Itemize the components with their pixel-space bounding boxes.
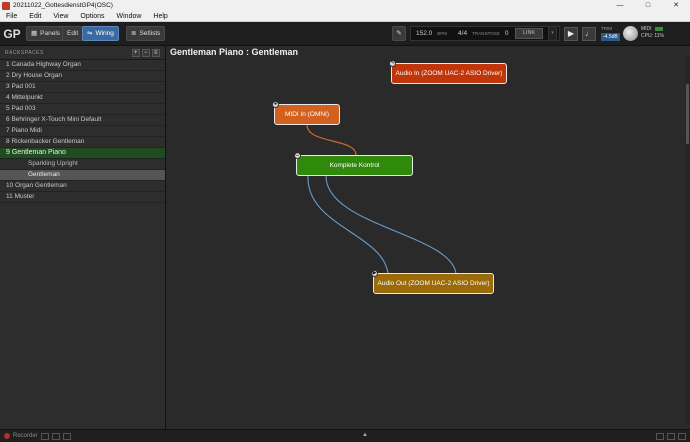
variation-item-selected[interactable]: Gentleman — [0, 170, 165, 181]
rackspace-item[interactable]: 10 Organ Gentleman — [0, 181, 165, 192]
recorder-button[interactable] — [51, 432, 60, 440]
close-button[interactable]: ✕ — [662, 0, 690, 11]
vertical-scrollbar[interactable] — [685, 56, 690, 426]
setlists-button[interactable]: ≣ Setlists — [126, 26, 166, 41]
rackspaces-sidebar: RACKSPACES + − ≡ 1 Canada Highway Organ … — [0, 46, 166, 429]
komplete-kontrol-node[interactable]: ⏻ Komplete Kontrol — [294, 152, 413, 176]
node-play-icon[interactable]: ▶ — [371, 270, 378, 277]
app-icon — [2, 1, 10, 10]
toolbar: GP ▦ Panels Edit ⇋ Wiring ≣ Setlists ✎ 152.… — [0, 22, 690, 46]
trim-value[interactable]: -4.5dB — [601, 33, 620, 41]
rackspaces-header: RACKSPACES + − ≡ — [0, 46, 165, 60]
menu-edit[interactable]: Edit — [23, 13, 47, 20]
status-meters: MIDI CPU: 11% — [641, 26, 664, 39]
tempo-value[interactable]: 152.0 — [416, 30, 432, 37]
scroll-thumb[interactable] — [686, 84, 689, 144]
maximize-button[interactable]: □ — [634, 0, 662, 11]
menu-help[interactable]: Help — [147, 13, 173, 20]
status-button[interactable] — [678, 432, 686, 440]
status-button[interactable] — [667, 432, 675, 440]
status-button[interactable] — [656, 432, 664, 440]
knob-icon[interactable] — [623, 26, 638, 41]
variation-item[interactable]: Sparkling Upright — [0, 159, 165, 170]
rackspace-item-selected[interactable]: 9 Gentleman Piano — [0, 148, 165, 159]
rackspace-item[interactable]: 2 Dry House Organ — [0, 71, 165, 82]
rackspace-item[interactable]: 3 Pad 001 — [0, 82, 165, 93]
audio-wire-left — [307, 175, 389, 275]
rackspace-item[interactable]: 6 Behringer X-Touch Mini Default — [0, 115, 165, 126]
menu-view[interactable]: View — [47, 13, 74, 20]
transpose-value[interactable]: 0 — [505, 30, 509, 37]
midi-activity-indicator — [654, 26, 663, 31]
metronome-button[interactable]: ♩ — [582, 27, 596, 41]
rackspace-item[interactable]: 8 Rickenbacker Gentleman — [0, 137, 165, 148]
metronome-icon: ♩ — [585, 29, 593, 38]
cpu-value: 11% — [654, 33, 664, 39]
rackspace-item[interactable]: 7 Piano Midi — [0, 126, 165, 137]
play-icon: ▶ — [567, 29, 575, 38]
minimize-button[interactable]: — — [606, 0, 634, 11]
rackspace-item[interactable]: 11 Muster — [0, 192, 165, 203]
remove-rackspace-button[interactable]: − — [142, 48, 150, 57]
recorder-button[interactable] — [62, 432, 71, 440]
menu-options[interactable]: Options — [74, 13, 110, 20]
recorder-button[interactable] — [40, 432, 49, 440]
trim-control: TRIM -4.5dB — [601, 26, 620, 41]
recorder-label: Recorder — [13, 433, 38, 439]
node-edit-icon[interactable]: ● — [272, 101, 279, 108]
menu-window[interactable]: Window — [111, 13, 148, 20]
wiring-icon: ⇋ — [87, 30, 93, 37]
audio-in-node[interactable]: ✎ Audio In (ZOOM UAC-2 ASIO Driver) — [389, 60, 507, 84]
audio-wire-right — [325, 175, 457, 275]
panels-button[interactable]: ▦ Panels — [26, 26, 66, 41]
wrench-button[interactable]: ✎ — [392, 26, 406, 41]
rackspace-item[interactable]: 5 Pad 003 — [0, 104, 165, 115]
node-power-icon[interactable]: ⏻ — [294, 152, 301, 159]
menu-icon[interactable]: ≡ — [152, 48, 160, 57]
play-button[interactable]: ▶ — [564, 27, 578, 41]
title-bar: 20211022_GottesdienstGP4(OSC) — □ ✕ — [0, 0, 690, 11]
link-button[interactable]: LINK — [515, 28, 543, 39]
wiring-connections — [306, 124, 457, 275]
expand-panel-icon[interactable]: ▲ — [362, 432, 368, 438]
menu-file[interactable]: File — [0, 13, 23, 20]
gp-logo-icon: GP — [3, 27, 21, 41]
wiring-button[interactable]: ⇋ Wiring — [82, 26, 119, 41]
add-rackspace-button[interactable]: + — [132, 48, 140, 57]
node-edit-icon[interactable]: ✎ — [389, 60, 396, 67]
audio-out-node[interactable]: ▶ Audio Out (ZOOM UAC-2 ASIO Driver) — [371, 270, 494, 294]
time-signature[interactable]: 4/4 — [458, 30, 467, 37]
midi-wire — [306, 124, 357, 156]
setlists-icon: ≣ — [131, 30, 137, 37]
panels-icon: ▦ — [31, 30, 38, 37]
record-icon[interactable] — [4, 433, 10, 439]
status-bar: Recorder ▲ — [0, 429, 690, 442]
window-title: 20211022_GottesdienstGP4(OSC) — [13, 2, 113, 9]
menu-bar: File Edit View Options Window Help — [0, 11, 690, 22]
rackspace-item[interactable]: 1 Canada Highway Organ — [0, 60, 165, 71]
wiring-canvas[interactable]: Gentleman Piano : Gentleman ✎ Audio In (… — [166, 46, 690, 429]
midi-in-node[interactable]: ● MIDI In (OMNI) — [272, 101, 340, 125]
wrench-icon: ✎ — [396, 30, 402, 37]
edit-button[interactable]: Edit — [62, 26, 84, 41]
tempo-dropdown[interactable]: ▾ — [548, 26, 557, 41]
rackspace-item[interactable]: 4 Mittelpunkt — [0, 93, 165, 104]
